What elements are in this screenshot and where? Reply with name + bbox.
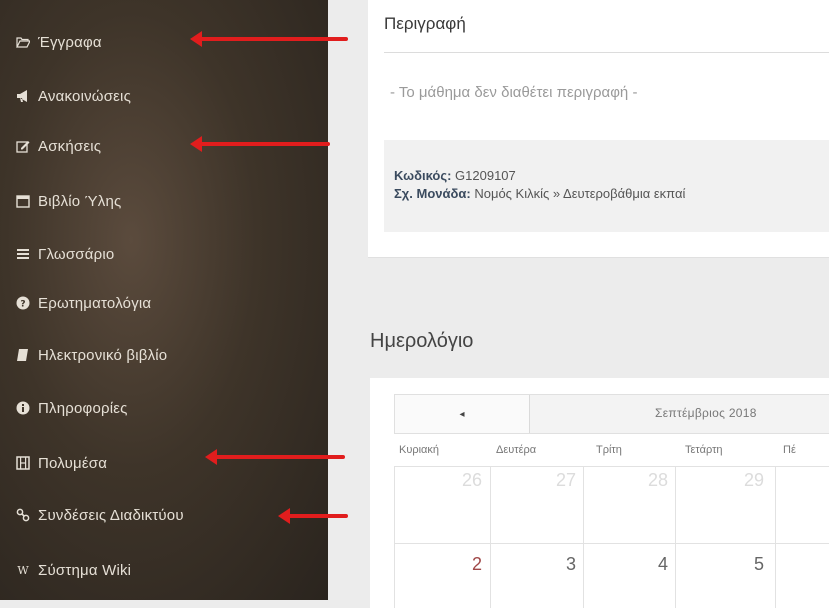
calendar-day[interactable]: 4 <box>608 554 668 575</box>
sidebar-item-exercises[interactable]: Ασκήσεις <box>0 126 328 166</box>
course-code-value: G1209107 <box>455 168 516 183</box>
sidebar-item-info[interactable]: Πληροφορίες <box>0 388 328 428</box>
sidebar-item-ebook[interactable]: Ηλεκτρονικό βιβλίο <box>0 335 328 375</box>
grid-line <box>394 466 395 608</box>
sidebar-item-label: Συνδέσεις Διαδικτύου <box>38 506 184 524</box>
course-code-line: Κωδικός: G1209107 <box>394 168 516 183</box>
caret-left-icon: ◂ <box>459 408 465 420</box>
school-unit-line: Σχ. Μονάδα: Νομός Κιλκίς » Δευτεροβάθμια… <box>394 186 685 201</box>
folder-open-icon <box>16 35 30 49</box>
weekday-header: Τετάρτη <box>685 444 723 456</box>
prev-month-button[interactable]: ◂ <box>395 395 530 433</box>
calendar-widget: ◂ Σεπτέμβριος 2018 Κυριακή Δευτέρα Τρίτη… <box>370 378 829 608</box>
calendar-day[interactable]: 28 <box>608 470 668 491</box>
svg-text:W: W <box>17 564 29 577</box>
calendar-icon <box>16 194 30 208</box>
calendar-day[interactable]: 3 <box>516 554 576 575</box>
sidebar-item-label: Πληροφορίες <box>38 399 128 417</box>
grid-line <box>775 466 776 608</box>
calendar-day[interactable]: 2 <box>422 554 482 575</box>
wikipedia-icon: W <box>16 563 30 577</box>
course-code-label: Κωδικός: <box>394 168 452 183</box>
grid-line <box>490 466 491 608</box>
calendar-day[interactable]: 29 <box>704 470 764 491</box>
school-unit-value: Νομός Κιλκίς » Δευτεροβάθμια εκπαί <box>474 186 686 201</box>
sidebar-item-label: Ερωτηματολόγια <box>38 294 152 312</box>
sidebar-item-documents[interactable]: Έγγραφα <box>0 22 328 62</box>
weekday-header: Δευτέρα <box>496 444 537 456</box>
weekday-header: Τρίτη <box>596 444 622 456</box>
film-icon <box>16 456 30 470</box>
info-circle-icon <box>16 401 30 415</box>
grid-line <box>394 543 829 544</box>
school-unit-label: Σχ. Μονάδα: <box>394 186 471 201</box>
calendar-nav: ◂ Σεπτέμβριος 2018 <box>394 394 829 434</box>
sidebar-item-multimedia[interactable]: Πολυμέσα <box>0 443 328 483</box>
list-icon <box>16 247 30 261</box>
bullhorn-icon <box>16 89 30 103</box>
question-circle-icon: ? <box>16 296 30 310</box>
sidebar-item-label: Σύστημα Wiki <box>38 561 132 579</box>
sidebar-item-label: Ηλεκτρονικό βιβλίο <box>38 346 168 364</box>
weekday-header: Πέ <box>783 444 796 456</box>
empty-description: - Το μάθημα δεν διαθέτει περιγραφή - <box>390 84 638 101</box>
description-card: Περιγραφή - Το μάθημα δεν διαθέτει περιγ… <box>368 0 829 258</box>
sidebar-item-label: Έγγραφα <box>38 33 102 51</box>
sidebar-item-label: Πολυμέσα <box>38 454 108 472</box>
sidebar-item-label: Ανακοινώσεις <box>38 87 132 105</box>
weekday-header: Κυριακή <box>399 444 440 456</box>
book-icon <box>16 348 30 362</box>
sidebar-item-label: Γλωσσάριο <box>38 245 115 263</box>
annotation-arrow <box>278 508 348 524</box>
sidebar-item-glossary[interactable]: Γλωσσάριο <box>0 234 328 274</box>
sidebar-item-label: Ασκήσεις <box>38 137 102 155</box>
annotation-arrow <box>190 136 330 152</box>
calendar-day[interactable]: 5 <box>704 554 764 575</box>
annotation-arrow <box>205 449 345 465</box>
calendar-day[interactable]: 26 <box>422 470 482 491</box>
svg-text:?: ? <box>20 300 25 310</box>
edit-icon <box>16 139 30 153</box>
annotation-arrow <box>190 31 348 47</box>
sidebar-item-syllabus[interactable]: Βιβλίο Ύλης <box>0 181 328 221</box>
current-month: Σεπτέμβριος 2018 <box>655 406 757 420</box>
description-title: Περιγραφή <box>384 14 466 33</box>
calendar-day[interactable]: 27 <box>516 470 576 491</box>
sidebar-item-questionnaires[interactable]: ? Ερωτηματολόγια <box>0 283 328 323</box>
course-info-box: Κωδικός: G1209107 Σχ. Μονάδα: Νομός Κιλκ… <box>384 140 829 232</box>
calendar-title: Ημερολόγιο <box>370 330 474 352</box>
grid-line <box>583 466 584 608</box>
sidebar-item-wiki[interactable]: W Σύστημα Wiki <box>0 550 328 590</box>
sidebar-item-announcements[interactable]: Ανακοινώσεις <box>0 76 328 116</box>
link-icon <box>16 508 30 522</box>
divider <box>384 52 829 53</box>
sidebar-item-label: Βιβλίο Ύλης <box>38 192 122 210</box>
grid-line <box>394 466 829 467</box>
grid-line <box>675 466 676 608</box>
